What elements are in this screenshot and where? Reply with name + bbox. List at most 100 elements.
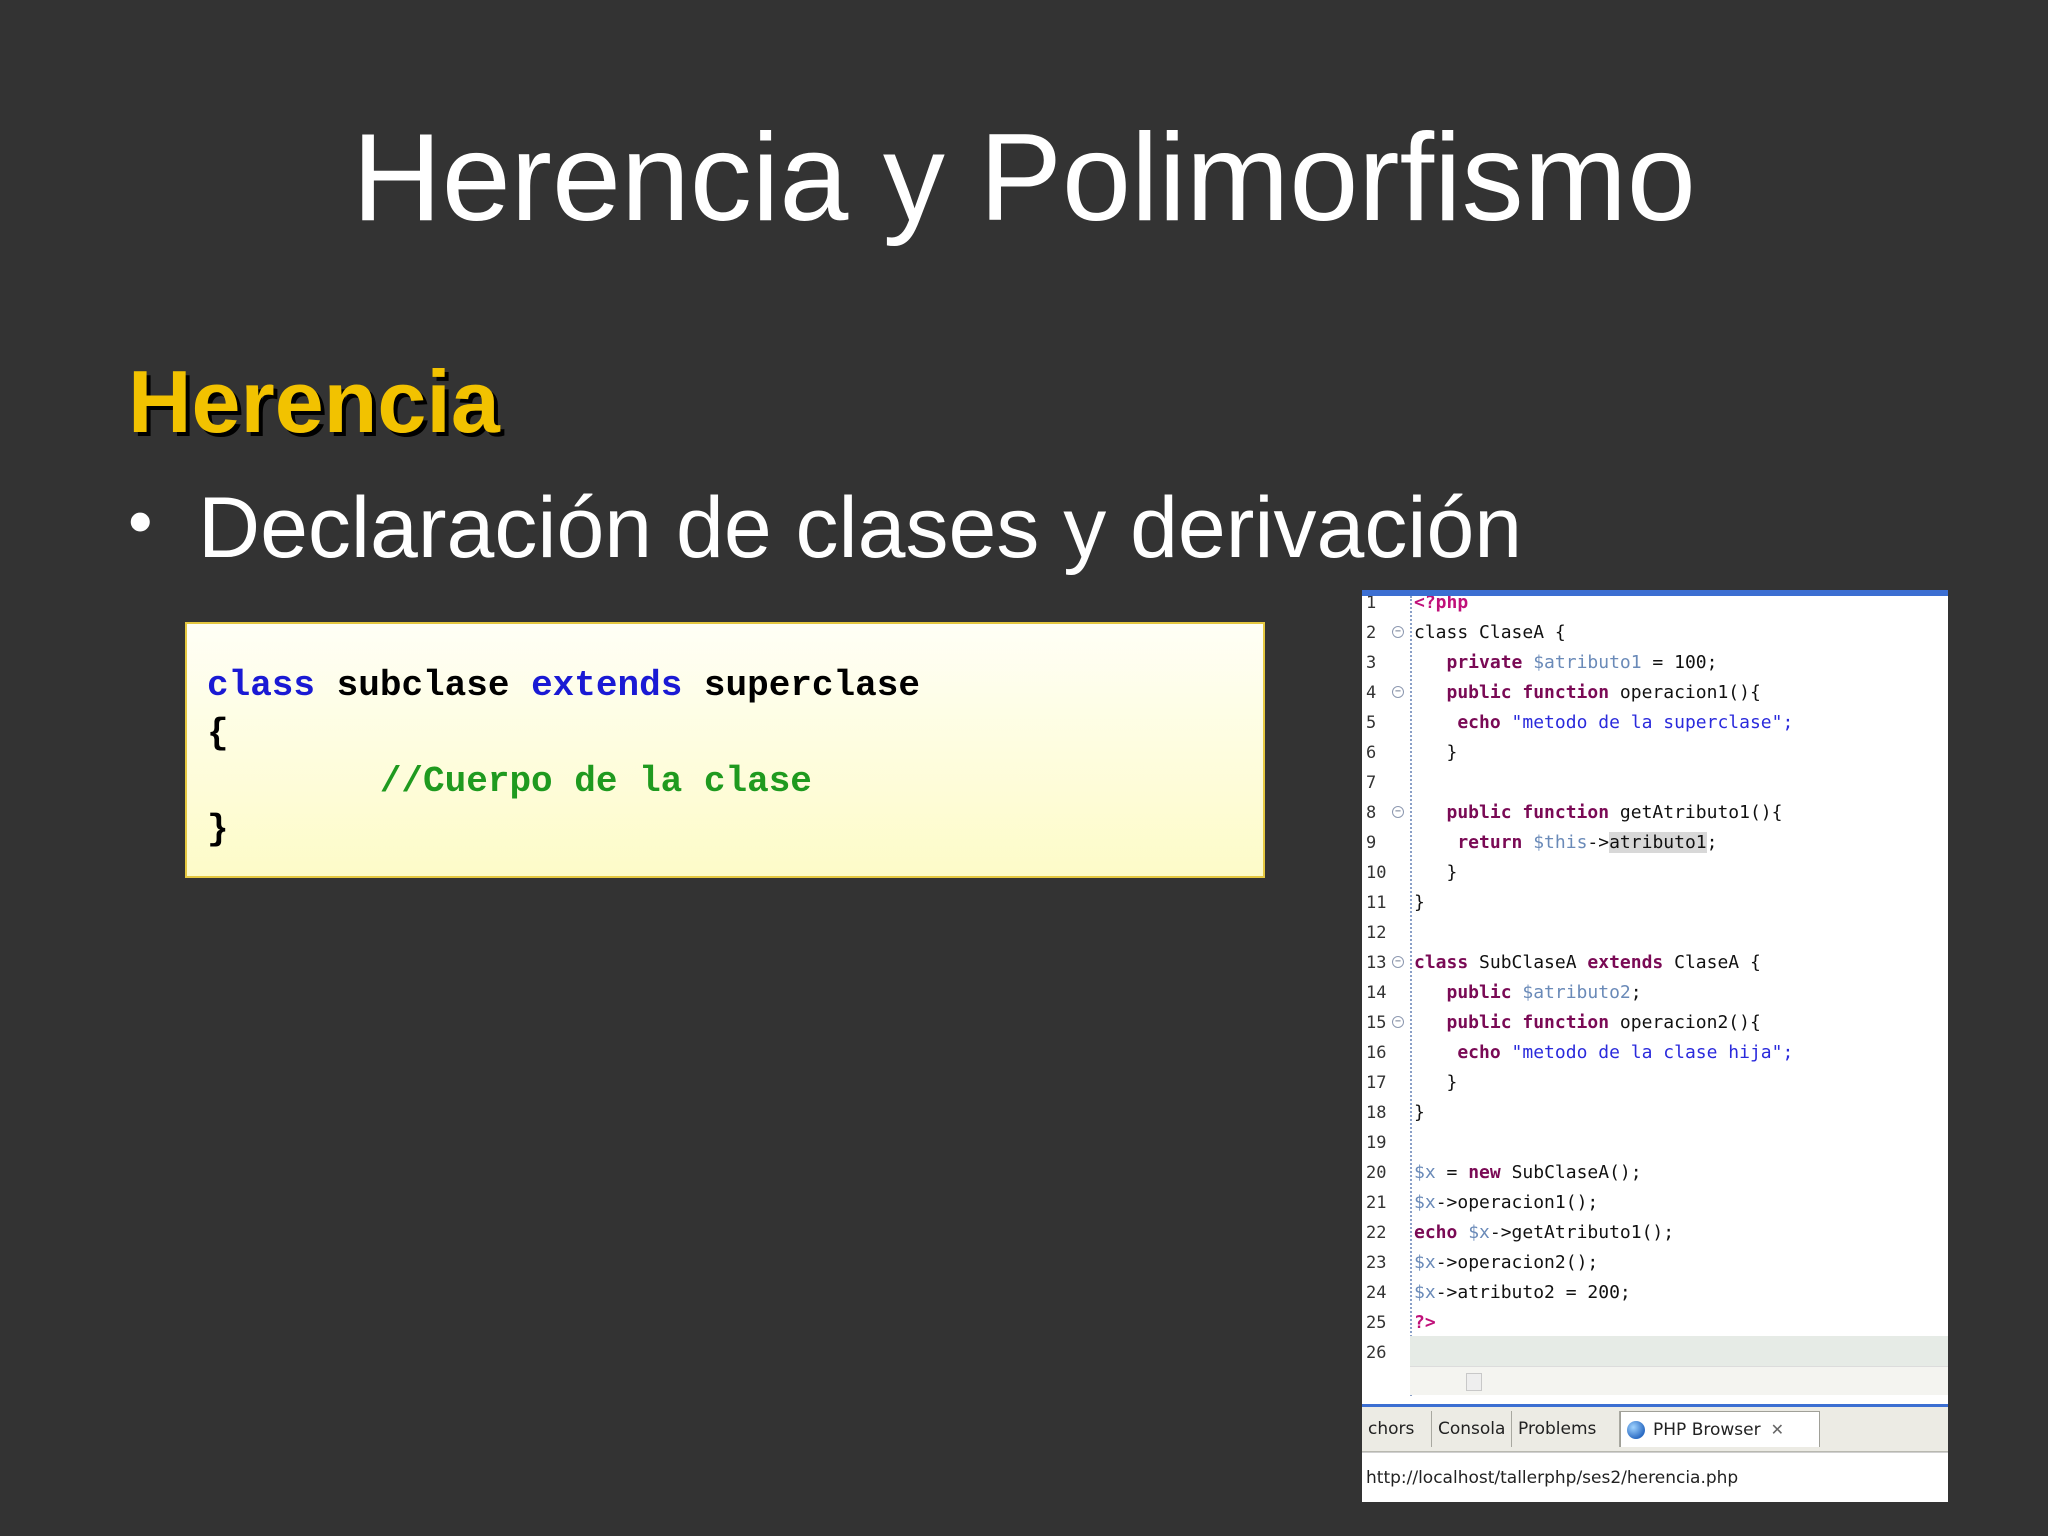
- code-token: ->getAtributo1();: [1489, 1222, 1675, 1243]
- globe-icon: [1627, 1421, 1645, 1439]
- bullet-item: • Declaración de clases y derivación: [128, 478, 1522, 578]
- fold-toggle-icon[interactable]: −: [1392, 806, 1404, 818]
- code-token: operacion1(){: [1619, 682, 1761, 703]
- code-line: 5 echo "metodo de la superclase";: [1362, 708, 1948, 738]
- code-line: 18}: [1362, 1098, 1948, 1128]
- code-token: ->operacion1();: [1435, 1192, 1599, 1213]
- code-token: return: [1414, 832, 1534, 853]
- code-line: 17 }: [1362, 1068, 1948, 1098]
- code-line: 4− public function operacion1(){: [1362, 678, 1948, 708]
- code-token: "metodo de la superclase";: [1511, 712, 1794, 733]
- browser-url-bar[interactable]: http://localhost/tallerphp/ses2/herencia…: [1362, 1452, 1948, 1502]
- code-token: echo: [1414, 712, 1512, 733]
- code-line: 8− public function getAtributo1(){: [1362, 798, 1948, 828]
- code-token: ;: [1630, 982, 1642, 1003]
- line-source: <?php: [1414, 596, 1468, 618]
- code-line: 19: [1362, 1128, 1948, 1158]
- fold-toggle-icon[interactable]: −: [1392, 626, 1404, 638]
- code-token: public function: [1414, 682, 1620, 703]
- code-line: 9 return $this->atributo1;: [1362, 828, 1948, 858]
- ide-screenshot: 1 <?php 2− class ClaseA {3 private $atribut…: [1362, 590, 1948, 1502]
- line-source: }: [1414, 1068, 1458, 1098]
- line-source: $x->operacion2();: [1414, 1248, 1598, 1278]
- tab-tasks[interactable]: chors: [1362, 1411, 1432, 1447]
- code-line: 11}: [1362, 888, 1948, 918]
- close-icon[interactable]: ✕: [1771, 1412, 1784, 1447]
- horizontal-scrollbar[interactable]: [1410, 1366, 1948, 1395]
- code-line: 23 $x->operacion2();: [1362, 1248, 1948, 1278]
- line-number: 7: [1366, 773, 1377, 793]
- code-token: SubClaseA();: [1511, 1162, 1642, 1183]
- code-token: echo: [1414, 1042, 1512, 1063]
- tab-problems[interactable]: Problems: [1512, 1411, 1620, 1447]
- keyword-class: class: [207, 665, 316, 706]
- line-number: 26: [1366, 1343, 1387, 1363]
- code-token: ->: [1587, 832, 1610, 853]
- code-token: SubClaseA: [1479, 952, 1588, 973]
- code-token: public: [1414, 982, 1523, 1003]
- code-token: $atributo2: [1522, 982, 1631, 1003]
- code-line: 10 }: [1362, 858, 1948, 888]
- tab-php-browser[interactable]: PHP Browser ✕: [1620, 1411, 1820, 1447]
- code-token: extends: [1587, 952, 1675, 973]
- tab-console[interactable]: Consola: [1432, 1411, 1512, 1447]
- line-number: 22: [1366, 1223, 1387, 1243]
- view-tab-bar: chors Consola Problems PHP Browser ✕: [1362, 1404, 1948, 1452]
- line-source: private $atributo1 = 100;: [1414, 648, 1718, 678]
- code-token: class: [1414, 952, 1480, 973]
- code-line-2: {: [207, 713, 229, 754]
- line-number: 17: [1366, 1073, 1387, 1093]
- line-number: 19: [1366, 1133, 1387, 1153]
- code-token: $x: [1414, 1162, 1436, 1183]
- code-line: 16 echo "metodo de la clase hija";: [1362, 1038, 1948, 1068]
- scrollbar-thumb[interactable]: [1466, 1373, 1482, 1391]
- code-line: 14 public $atributo2;: [1362, 978, 1948, 1008]
- line-source: return $this->atributo1;: [1414, 828, 1717, 858]
- class-name: subclase: [315, 665, 532, 706]
- line-source: public function getAtributo1(){: [1414, 798, 1783, 828]
- code-token: new: [1468, 1162, 1512, 1183]
- line-number: 14: [1366, 983, 1387, 1003]
- line-number: 20: [1366, 1163, 1387, 1183]
- tab-php-browser-label: PHP Browser: [1653, 1420, 1761, 1440]
- code-token: = 100;: [1641, 652, 1718, 673]
- line-source: $x = new SubClaseA();: [1414, 1158, 1642, 1188]
- code-token: ;: [1706, 832, 1718, 853]
- code-comment: //Cuerpo de la clase: [379, 761, 812, 802]
- code-token: $x: [1414, 1282, 1436, 1303]
- line-source: echo "metodo de la clase hija";: [1414, 1038, 1793, 1068]
- line-source: $x->operacion1();: [1414, 1188, 1598, 1218]
- line-number: 18: [1366, 1103, 1387, 1123]
- slide-title: Herencia y Polimorfismo: [352, 109, 1696, 247]
- line-number: 6: [1366, 743, 1377, 763]
- code-line: 1 <?php: [1362, 596, 1948, 618]
- code-token: $x: [1414, 1192, 1436, 1213]
- code-line: 24 $x->atributo2 = 200;: [1362, 1278, 1948, 1308]
- code-token: $x: [1468, 1222, 1490, 1243]
- line-number: 16: [1366, 1043, 1387, 1063]
- line-source: public $atributo2;: [1414, 978, 1642, 1008]
- code-line: 13− class SubClaseA extends ClaseA {: [1362, 948, 1948, 978]
- code-editor[interactable]: 1 <?php 2− class ClaseA {3 private $atribut…: [1362, 596, 1948, 1396]
- code-line: 3 private $atributo1 = 100;: [1362, 648, 1948, 678]
- line-number: 12: [1366, 923, 1387, 943]
- fold-toggle-icon[interactable]: −: [1392, 1016, 1404, 1028]
- code-token: $x: [1414, 1252, 1436, 1273]
- line-source: class ClaseA {: [1414, 618, 1566, 648]
- slide-subtitle: Herencia: [128, 352, 500, 451]
- line-source: class SubClaseA extends ClaseA {: [1414, 948, 1761, 978]
- line-number: 10: [1366, 863, 1387, 883]
- code-token: }: [1414, 862, 1458, 883]
- code-token: atributo1: [1609, 832, 1707, 853]
- line-number: 5: [1366, 713, 1377, 733]
- line-source: $x->atributo2 = 200;: [1414, 1278, 1631, 1308]
- line-source: ?>: [1414, 1308, 1436, 1338]
- fold-toggle-icon[interactable]: −: [1392, 686, 1404, 698]
- line-source: }: [1414, 738, 1458, 768]
- line-source: }: [1414, 1098, 1425, 1128]
- fold-toggle-icon[interactable]: −: [1392, 956, 1404, 968]
- code-token: private: [1414, 652, 1534, 673]
- code-token: }: [1414, 1072, 1458, 1093]
- code-line: 26: [1362, 1338, 1948, 1368]
